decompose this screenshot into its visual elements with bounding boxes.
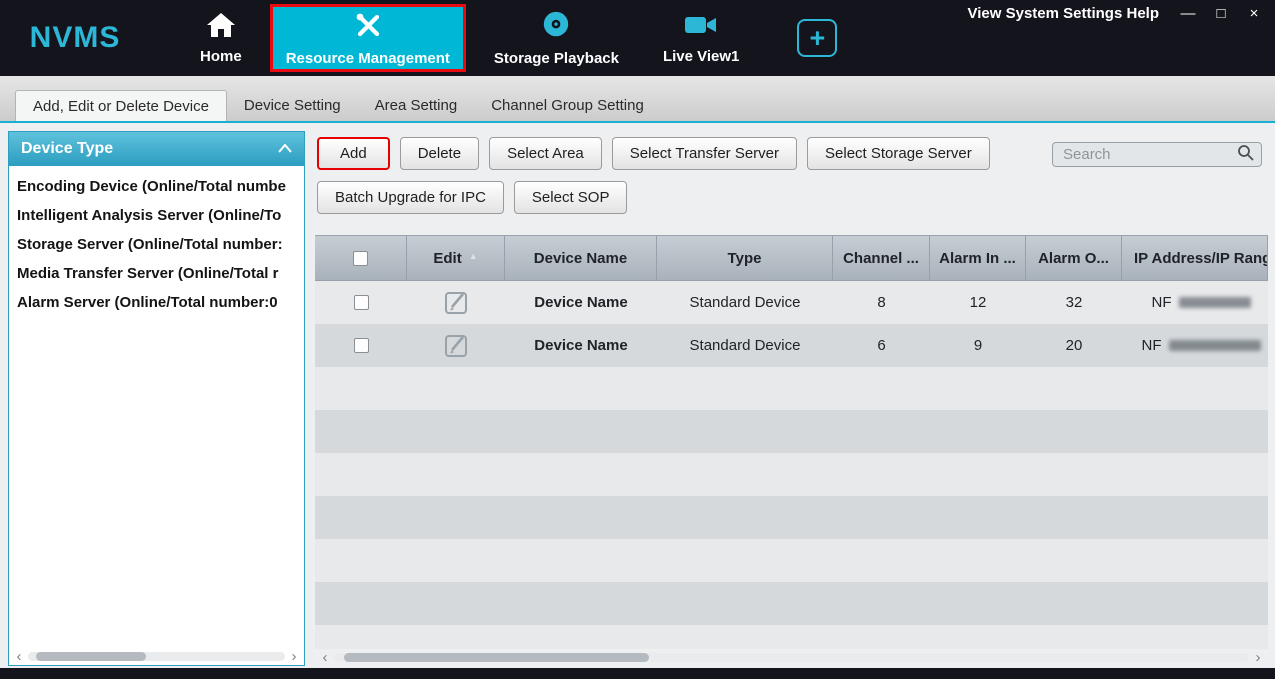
tab-area-setting[interactable]: Area Setting [358,90,475,121]
scroll-right-icon[interactable]: › [1252,650,1264,665]
device-toolbar: Add Delete Select Area Select Transfer S… [315,131,1268,235]
header-alarm-out[interactable]: Alarm O... [1026,236,1122,280]
sidebar-item-media-transfer-server[interactable]: Media Transfer Server (Online/Total r [9,259,304,288]
cell-type: Standard Device [657,324,833,367]
header-type[interactable]: Type [657,236,833,280]
cell-device-name: Device Name [505,324,657,367]
cell-alarm-out: 20 [1026,324,1122,367]
ip-prefix: NF [1142,337,1162,354]
scrollbar-track[interactable] [334,653,1249,662]
cell-type: Standard Device [657,281,833,324]
edit-device-button[interactable] [407,281,505,324]
batch-upgrade-ipc-button[interactable]: Batch Upgrade for IPC [317,181,504,214]
window-menu-area: View System Settings Help — □ × [968,5,1263,22]
scrollbar-track[interactable] [28,652,285,661]
app-logo: NVMS [0,0,150,76]
disc-icon [540,10,572,44]
nav-item-resource-management[interactable]: Resource Management [270,4,466,72]
bottom-bar [0,668,1275,679]
sidebar-item-encoding-device[interactable]: Encoding Device (Online/Total numbe [9,172,304,201]
maximize-button[interactable]: □ [1212,5,1230,22]
cell-device-name: Device Name [505,281,657,324]
search-box[interactable] [1052,142,1262,167]
cell-ip-address: NF [1122,281,1268,324]
table-row[interactable]: Device Name Standard Device 8 12 32 NF [315,281,1268,324]
title-bar: NVMS Home Resource Management [0,0,1275,76]
cell-channel: 6 [833,324,930,367]
redacted-ip-blur [1169,340,1261,351]
select-sop-button[interactable]: Select SOP [514,181,628,214]
search-icon [1237,144,1254,166]
table-row[interactable]: Device Name Standard Device 6 9 20 NF [315,324,1268,367]
table-hscrollbar[interactable]: ‹ › [315,649,1268,666]
close-button[interactable]: × [1245,5,1263,22]
cell-ip-address: NF [1122,324,1268,367]
tab-device-setting[interactable]: Device Setting [227,90,358,121]
row-checkbox[interactable] [354,338,369,353]
home-icon [206,12,236,42]
device-type-header[interactable]: Device Type [9,132,304,166]
ip-prefix: NF [1152,294,1172,311]
redacted-ip-blur [1179,297,1251,308]
header-edit[interactable]: Edit ▲ [407,236,505,280]
device-type-list: Encoding Device (Online/Total numbe Inte… [9,166,304,648]
scroll-left-icon[interactable]: ‹ [13,649,25,664]
cell-alarm-out: 32 [1026,281,1122,324]
scrollbar-thumb[interactable] [344,653,649,662]
device-type-title: Device Type [21,140,113,158]
device-table: Edit ▲ Device Name Type Channel ... Alar… [315,235,1268,649]
table-header-row: Edit ▲ Device Name Type Channel ... Alar… [315,236,1268,281]
device-type-panel: Device Type Encoding Device (Online/Tota… [8,131,305,666]
header-ip-address[interactable]: IP Address/IP Rang [1122,236,1268,280]
scroll-left-icon[interactable]: ‹ [319,650,331,665]
sidebar-item-storage-server[interactable]: Storage Server (Online/Total number: [9,230,304,259]
header-alarm-in[interactable]: Alarm In ... [930,236,1026,280]
tab-channel-group-setting[interactable]: Channel Group Setting [474,90,661,121]
app-logo-text: NVMS [30,21,121,55]
select-all-checkbox[interactable] [353,251,368,266]
device-list-area: Add Delete Select Area Select Transfer S… [315,131,1268,666]
nav-item-home[interactable]: Home [178,0,264,76]
toolbar-row-2: Batch Upgrade for IPC Select SOP [317,181,1268,214]
cell-alarm-in: 9 [930,324,1026,367]
content-area: Device Type Encoding Device (Online/Tota… [0,123,1275,668]
cell-alarm-in: 12 [930,281,1026,324]
sidebar-item-alarm-server[interactable]: Alarm Server (Online/Total number:0 [9,288,304,317]
nav-item-label: Home [200,48,242,65]
window-controls: — □ × [1179,5,1263,22]
select-area-button[interactable]: Select Area [489,137,602,170]
header-channel[interactable]: Channel ... [833,236,930,280]
nav-item-live-view1[interactable]: Live View1 [641,0,761,76]
nav-item-label: Resource Management [286,50,450,67]
camera-icon [684,12,718,42]
tab-add-edit-delete-device[interactable]: Add, Edit or Delete Device [15,90,227,121]
search-input[interactable] [1063,146,1237,163]
header-select-all [315,236,407,280]
main-nav: Home Resource Management [178,0,761,76]
sort-asc-icon: ▲ [469,251,478,261]
row-checkbox[interactable] [354,295,369,310]
nav-item-label: Storage Playback [494,50,619,67]
cell-channel: 8 [833,281,930,324]
nav-item-storage-playback[interactable]: Storage Playback [472,0,641,76]
nav-item-label: Live View1 [663,48,739,65]
sidebar-item-intelligent-analysis-server[interactable]: Intelligent Analysis Server (Online/To [9,201,304,230]
select-transfer-server-button[interactable]: Select Transfer Server [612,137,797,170]
header-edit-label: Edit [433,250,461,267]
add-button[interactable]: Add [317,137,390,170]
minimize-button[interactable]: — [1179,5,1197,22]
add-tab-button[interactable]: + [797,19,837,57]
scroll-right-icon[interactable]: › [288,649,300,664]
empty-rows-area [315,367,1268,649]
system-menu[interactable]: View System Settings Help [968,5,1159,22]
sub-tab-bar: Add, Edit or Delete Device Device Settin… [0,76,1275,123]
edit-device-button[interactable] [407,324,505,367]
chevron-up-icon [278,140,292,158]
delete-button[interactable]: Delete [400,137,479,170]
select-storage-server-button[interactable]: Select Storage Server [807,137,990,170]
scrollbar-thumb[interactable] [36,652,146,661]
tools-icon [353,10,383,44]
sidebar-hscrollbar[interactable]: ‹ › [9,648,304,665]
header-device-name[interactable]: Device Name [505,236,657,280]
